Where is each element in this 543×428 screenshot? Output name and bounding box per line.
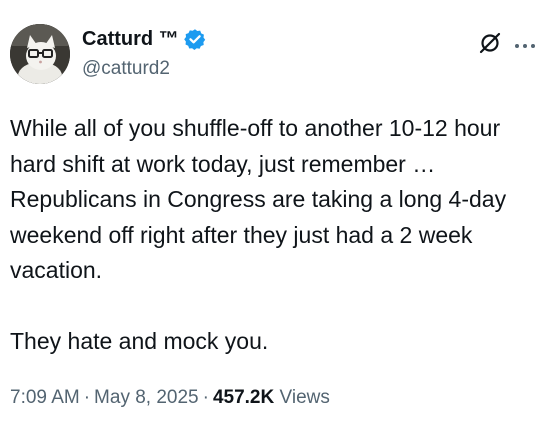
grok-icon[interactable]: [479, 32, 501, 54]
tweet-card: Catturd ™ @catturd2 While all of you shu…: [0, 0, 543, 428]
views-count[interactable]: 457.2K: [213, 387, 274, 408]
cat-avatar-image: [10, 24, 70, 84]
more-options-icon[interactable]: [514, 38, 536, 48]
meta-separator: ·: [202, 387, 209, 408]
views-label: Views: [279, 387, 330, 408]
tweet-meta: 7:09 AM · May 8, 2025 · 457.2K Views: [10, 386, 330, 410]
avatar[interactable]: [10, 24, 70, 84]
tweet-timestamp-time[interactable]: 7:09 AM: [10, 387, 80, 408]
author-display-name[interactable]: Catturd ™: [82, 27, 179, 51]
tweet-timestamp-date[interactable]: May 8, 2025: [94, 387, 199, 408]
meta-separator: ·: [83, 387, 91, 408]
tweet-text: While all of you shuffle-off to another …: [10, 115, 507, 354]
author-handle[interactable]: @catturd2: [82, 57, 170, 81]
verified-badge-icon: [183, 28, 206, 50]
author-name-row: Catturd ™: [82, 27, 206, 51]
